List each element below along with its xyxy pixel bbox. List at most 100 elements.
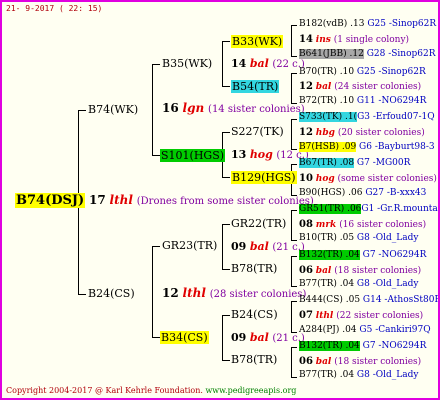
connector (78, 294, 86, 295)
gen4-row[interactable]: A284(PJ) .04 G5 -Cankiri97Q (299, 326, 431, 335)
gen3-4-line-name: bal (249, 331, 269, 344)
node-s227-tk[interactable]: S227(TK) (231, 126, 284, 137)
connector (291, 210, 297, 211)
connector (291, 119, 292, 150)
gen1-top-line-name: lgn (182, 101, 205, 115)
gen4-row: 06 bal (18 sister colonies) (299, 356, 422, 367)
connector (291, 73, 292, 104)
gen4-row[interactable]: B67(TR) .08 G7 -MG00R (299, 158, 410, 168)
root-node[interactable]: B74(DSJ) (15, 193, 86, 208)
connector (291, 347, 292, 378)
pedigree-page: 21- 9-2017 ( 22: 15) B74(DSJ) 17 lthl (D… (0, 0, 440, 400)
root-num: 17 (89, 193, 106, 207)
gen4-row[interactable]: B7(HSB) .09 G6 -Bayburt98-3 (299, 142, 435, 152)
node-s101-hgs[interactable]: S101(HGS) (160, 149, 226, 162)
gen4-row[interactable]: B70(TR) .10 G25 -Sinop62R (299, 68, 426, 77)
node-b24-cs-2[interactable]: B24(CS) (231, 309, 278, 320)
gen4-row: 10 hog (some sister colonies) (299, 173, 437, 184)
header-date: 21- 9-2017 ( 22: 15) (6, 4, 103, 13)
connector (291, 25, 297, 26)
gen3-info-2: 13 hog (12 c.) (231, 149, 309, 161)
gen1-top-num: 16 (162, 101, 179, 115)
gen3-2-num: 13 (231, 148, 247, 161)
node-b54-tr[interactable]: B54(TR) (231, 80, 280, 93)
node-b33-wk[interactable]: B33(WK) (231, 35, 284, 48)
gen4-row[interactable]: B444(CS) .05 G14 -AthosSt80R (299, 296, 438, 305)
connector (222, 315, 223, 361)
gen4-row[interactable]: B182(vdB) .13 G25 -Sinop62R (299, 20, 436, 29)
gen4-row: 14 ins (1 single colony) (299, 34, 410, 45)
gen4-row: 12 hbg (20 sister colonies) (299, 127, 425, 138)
node-b78-tr[interactable]: B78(TR) (231, 263, 277, 274)
connector (222, 269, 230, 270)
gen3-3-line-name: bal (249, 240, 269, 253)
connector (291, 377, 297, 378)
node-b35-wk[interactable]: B35(WK) (162, 58, 212, 69)
node-b34-cs[interactable]: B34(CS) (160, 331, 209, 344)
connector (291, 301, 292, 333)
connector (222, 315, 230, 316)
gen3-info-1: 14 bal (22 c.) (231, 58, 305, 70)
connector (291, 164, 297, 165)
gen4-row[interactable]: S733(TK) .1(G3 -Erfoud07-1Q (299, 112, 435, 122)
connector (291, 301, 297, 302)
gen4-row[interactable]: B132(TR) .04 G7 -NO6294R (299, 250, 426, 260)
connector (222, 41, 223, 87)
root-note: (Drones from some sister colonies) (136, 196, 314, 207)
connector (222, 360, 230, 361)
connector (152, 246, 160, 247)
gen4-row[interactable]: B10(TR) .05 G8 -Old_Lady (299, 234, 418, 243)
footer-copyright: Copyright 2004-2017 @ Karl Kehrle Founda… (6, 386, 203, 395)
footer: Copyright 2004-2017 @ Karl Kehrle Founda… (6, 387, 296, 395)
connector (152, 155, 160, 156)
gen4-row[interactable]: B90(HGS) .06 G27 -B-xxx43 (299, 189, 426, 198)
gen1-info-top: 16 lgn (14 sister colonies) (162, 102, 305, 115)
gen3-1-num: 14 (231, 57, 247, 70)
connector (291, 210, 292, 241)
gen4-row: 06 bal (18 sister colonies) (299, 265, 422, 276)
footer-url[interactable]: www.pedigreeapis.org (205, 386, 296, 395)
gen1-bottom-line-name: lthl (182, 286, 206, 300)
gen4-row: 12 bal (24 sister colonies) (299, 81, 422, 92)
gen4-row[interactable]: GR51(TR) .06G1 -Gr.R.mounta (299, 204, 438, 214)
connector (222, 41, 230, 42)
connector (152, 64, 160, 65)
gen1-top-note: (14 sister colonies) (208, 104, 305, 115)
node-gr23-tr[interactable]: GR23(TR) (162, 240, 217, 251)
connector (222, 86, 230, 87)
root-line-name: lthl (109, 193, 133, 207)
gen3-info-4: 09 bal (21 c.) (231, 332, 305, 344)
gen1-bottom-note: (28 sister colonies) (209, 289, 307, 300)
node-b24-cs[interactable]: B24(CS) (88, 288, 135, 299)
gen4-row[interactable]: B641(JBB) .12 G28 -Sinop62R (299, 49, 436, 59)
connector (291, 256, 292, 287)
node-b129-hgs[interactable]: B129(HGS) (231, 171, 297, 184)
gen4-row[interactable]: B77(TR) .04 G8 -Old_Lady (299, 280, 418, 289)
gen4-row[interactable]: B77(TR) .04 G8 -Old_Lady (299, 371, 418, 380)
gen1-info-bottom: 12 lthl (28 sister colonies) (162, 287, 306, 300)
node-gr22-tr[interactable]: GR22(TR) (231, 218, 286, 229)
connector (291, 73, 297, 74)
connector (291, 347, 297, 348)
gen4-row[interactable]: B72(TR) .10 G11 -NO6294R (299, 97, 426, 106)
gen3-2-line-name: hog (249, 148, 273, 161)
gen3-info-3: 09 bal (21 c.) (231, 241, 305, 253)
connector (291, 25, 292, 57)
root-info: 17 lthl (Drones from some sister colonie… (89, 194, 314, 207)
connector (291, 256, 297, 257)
connector (222, 132, 230, 133)
connector (291, 119, 297, 120)
connector (222, 224, 230, 225)
connector (222, 177, 230, 178)
gen4-row[interactable]: B132(TR) .04 G7 -NO6294R (299, 341, 426, 351)
connector (222, 224, 223, 270)
connector (152, 64, 153, 156)
node-b78-tr-2[interactable]: B78(TR) (231, 354, 277, 365)
gen3-3-num: 09 (231, 240, 247, 253)
connector (78, 110, 86, 111)
connector (152, 337, 160, 338)
connector (152, 246, 153, 338)
gen1-bottom-num: 12 (162, 286, 179, 300)
connector (291, 56, 297, 57)
node-b74-wk[interactable]: B74(WK) (88, 104, 138, 115)
